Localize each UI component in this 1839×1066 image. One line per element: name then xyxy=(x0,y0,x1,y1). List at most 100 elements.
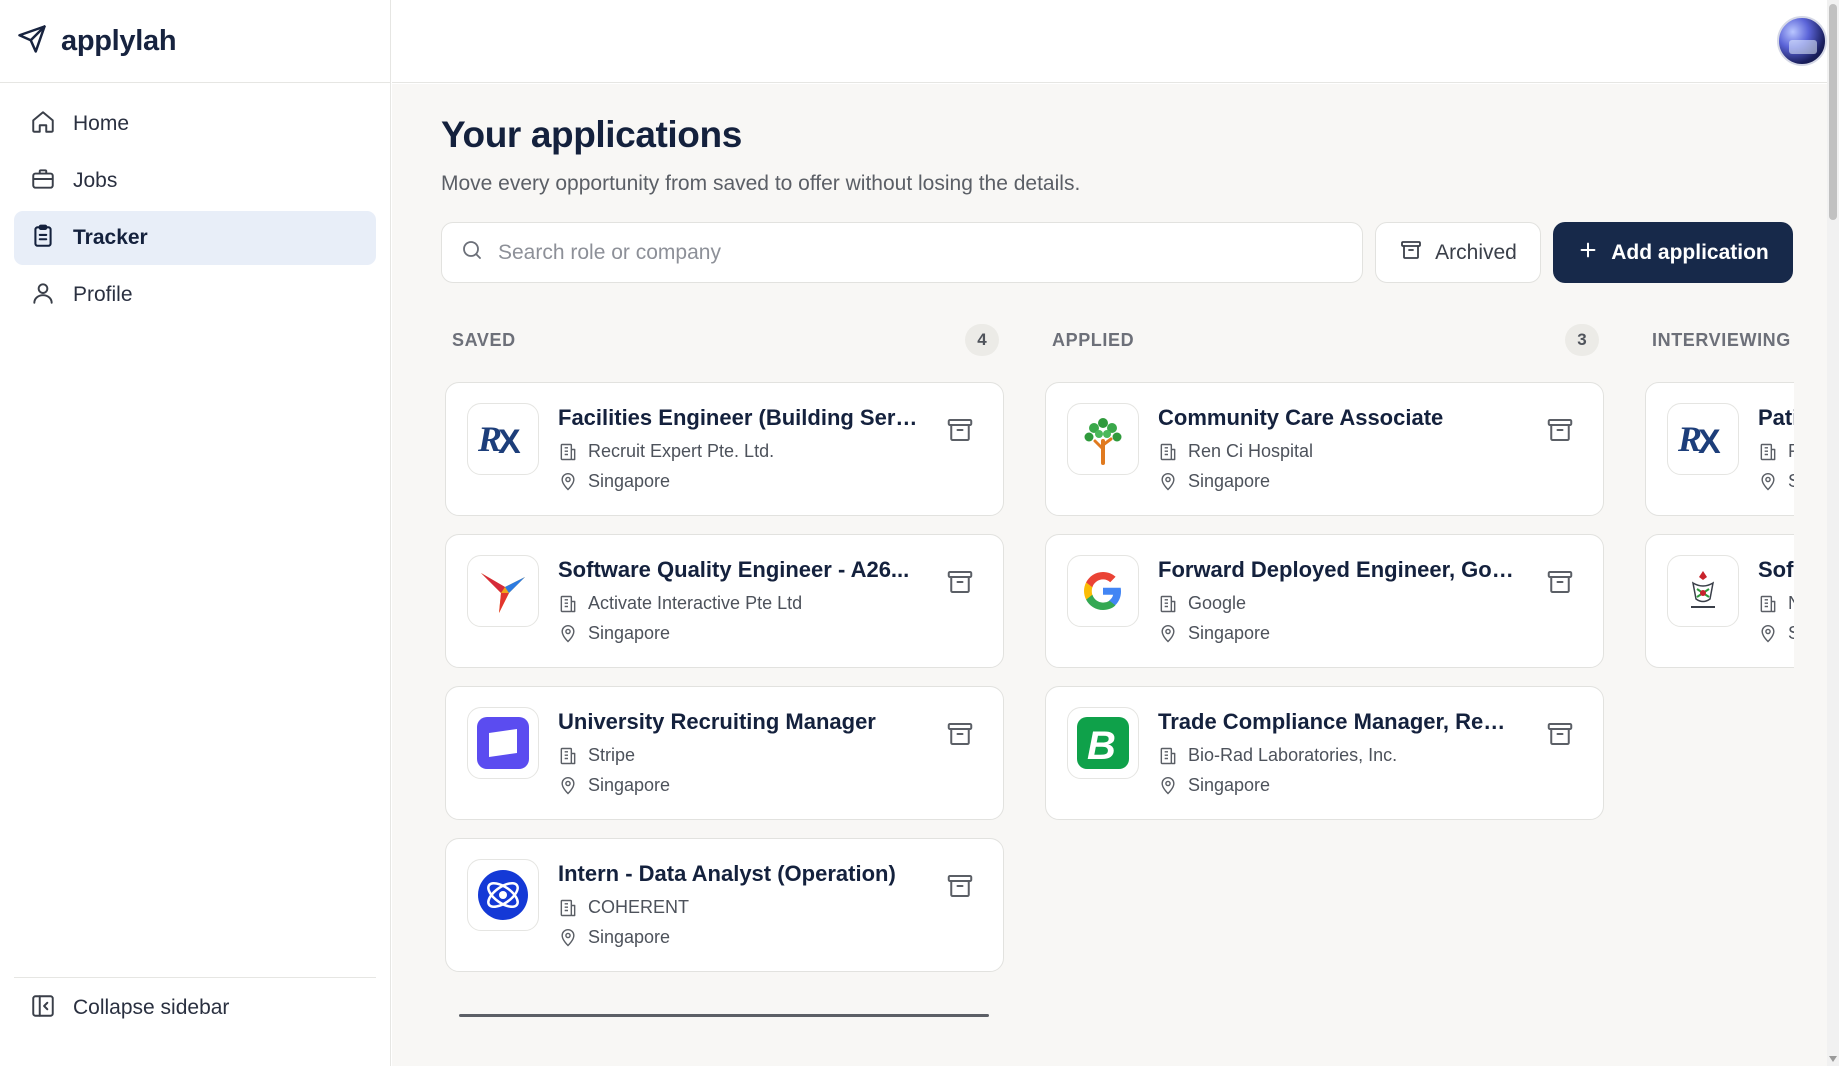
map-pin-icon xyxy=(561,624,575,642)
card-company: Activate Interactive Pte Ltd xyxy=(558,593,802,614)
add-application-label: Add application xyxy=(1611,240,1769,264)
clipboard-icon xyxy=(30,223,56,254)
card-title: Trade Compliance Manager, Regi... xyxy=(1158,709,1518,734)
archive-icon xyxy=(947,723,973,745)
svg-text:B: B xyxy=(1087,724,1116,768)
column-title: APPLIED xyxy=(1052,329,1135,350)
archived-button[interactable]: Archived xyxy=(1375,222,1541,283)
column-header: SAVED 4 xyxy=(445,312,1004,368)
application-card[interactable]: Community Care Associate Ren Ci Hospital… xyxy=(1045,382,1604,516)
card-title: Community Care Associate xyxy=(1158,405,1444,430)
card-company: COHERENT xyxy=(558,897,689,918)
archive-card-button[interactable] xyxy=(1545,719,1575,749)
archive-card-button[interactable] xyxy=(945,719,975,749)
building-icon xyxy=(560,443,576,460)
card-company: Recruit Expert Pte. Ltd. xyxy=(558,441,774,462)
card-company: N xyxy=(1758,593,1794,614)
map-pin-icon xyxy=(561,776,575,794)
sidebar-item-home[interactable]: Home xyxy=(14,97,376,151)
column-header: INTERVIEWING xyxy=(1645,312,1794,368)
renci-logo xyxy=(1067,403,1139,475)
kanban-board: SAVED 4 RX Facilities Engineer (Building… xyxy=(445,312,1794,1066)
top-bar xyxy=(392,0,1827,83)
svg-text:X: X xyxy=(498,423,521,461)
briefcase-icon xyxy=(30,166,56,197)
page-subtitle: Move every opportunity from saved to off… xyxy=(441,172,1081,195)
brand[interactable]: applylah xyxy=(0,0,390,83)
building-icon xyxy=(560,747,576,764)
add-application-button[interactable]: Add application xyxy=(1553,222,1793,283)
card-title: Forward Deployed Engineer, Goo... xyxy=(1158,557,1518,582)
archived-label: Archived xyxy=(1435,240,1517,264)
building-icon xyxy=(1160,747,1176,764)
biorad-logo: B xyxy=(1067,707,1139,779)
archive-icon xyxy=(1547,723,1573,745)
sidebar-footer: Collapse sidebar xyxy=(14,977,376,1030)
card-company: Bio-Rad Laboratories, Inc. xyxy=(1158,745,1397,766)
sidebar-item-label: Jobs xyxy=(73,169,118,192)
sidebar-item-label: Home xyxy=(73,112,130,135)
page-scrollbar[interactable] xyxy=(1827,0,1839,1066)
card-title: Facilities Engineer (Building Serv... xyxy=(558,405,918,430)
svg-text:X: X xyxy=(1698,423,1721,461)
card-company: Ren Ci Hospital xyxy=(1158,441,1313,462)
home-icon xyxy=(30,109,56,140)
card-location: Singapore xyxy=(1158,775,1270,796)
card-title: Software Quality Engineer - A26... xyxy=(558,557,910,582)
card-location: Singapore xyxy=(558,623,670,644)
map-pin-icon xyxy=(1161,776,1175,794)
column-header: APPLIED 3 xyxy=(1045,312,1604,368)
column-title: INTERVIEWING xyxy=(1652,329,1791,350)
sidebar-item-label: Profile xyxy=(73,283,133,306)
coherent-logo xyxy=(467,859,539,931)
card-title: University Recruiting Manager xyxy=(558,709,876,734)
column-interviewing: INTERVIEWING RX Pati R S xyxy=(1645,312,1794,686)
map-pin-icon xyxy=(561,928,575,946)
sidebar-item-label: Tracker xyxy=(73,226,148,249)
application-card[interactable]: RX Pati R S xyxy=(1645,382,1794,516)
activate-logo xyxy=(467,555,539,627)
application-card[interactable]: Sof N S xyxy=(1645,534,1794,668)
column-title: SAVED xyxy=(452,329,516,350)
archive-card-button[interactable] xyxy=(1545,415,1575,445)
scroll-down-arrow-icon[interactable] xyxy=(1829,1056,1837,1062)
archive-card-button[interactable] xyxy=(945,415,975,445)
card-title: Intern - Data Analyst (Operation) xyxy=(558,861,896,886)
board-horizontal-scrollbar[interactable] xyxy=(459,1014,989,1017)
archive-card-button[interactable] xyxy=(945,871,975,901)
search-input[interactable] xyxy=(498,240,1348,265)
application-card[interactable]: Forward Deployed Engineer, Goo... Google… xyxy=(1045,534,1604,668)
card-location: Singapore xyxy=(558,471,670,492)
building-icon xyxy=(1160,595,1176,612)
column-saved: SAVED 4 RX Facilities Engineer (Building… xyxy=(445,312,1004,990)
main-content: Your applications Move every opportunity… xyxy=(392,84,1827,1066)
application-card[interactable]: Software Quality Engineer - A26... Activ… xyxy=(445,534,1004,668)
card-company: R xyxy=(1758,441,1794,462)
archive-icon xyxy=(947,419,973,441)
collapse-sidebar-button[interactable]: Collapse sidebar xyxy=(14,986,376,1030)
sidebar-item-profile[interactable]: Profile xyxy=(14,268,376,322)
user-icon xyxy=(30,280,56,311)
card-title: Sof xyxy=(1758,557,1794,582)
map-pin-icon xyxy=(561,472,575,490)
stripe-logo xyxy=(467,707,539,779)
application-card[interactable]: B Trade Compliance Manager, Regi... Bio-… xyxy=(1045,686,1604,820)
archive-icon xyxy=(947,875,973,897)
archive-card-button[interactable] xyxy=(945,567,975,597)
sidebar-item-jobs[interactable]: Jobs xyxy=(14,154,376,208)
plus-icon xyxy=(1577,239,1599,266)
sidebar: applylah Home Jobs Tracker Profile Colla… xyxy=(0,0,391,1066)
sidebar-item-tracker[interactable]: Tracker xyxy=(14,211,376,265)
page-title: Your applications xyxy=(441,114,742,155)
search-box[interactable] xyxy=(441,222,1363,283)
application-card[interactable]: Intern - Data Analyst (Operation) COHERE… xyxy=(445,838,1004,972)
application-card[interactable]: University Recruiting Manager Stripe Sin… xyxy=(445,686,1004,820)
application-card[interactable]: RX Facilities Engineer (Building Serv...… xyxy=(445,382,1004,516)
archive-card-button[interactable] xyxy=(1545,567,1575,597)
scrollbar-thumb[interactable] xyxy=(1829,4,1837,220)
map-pin-icon xyxy=(1161,624,1175,642)
column-count-badge: 3 xyxy=(1565,324,1599,356)
map-pin-icon xyxy=(1761,472,1775,490)
avatar[interactable] xyxy=(1777,16,1827,66)
archive-icon xyxy=(1399,238,1423,267)
